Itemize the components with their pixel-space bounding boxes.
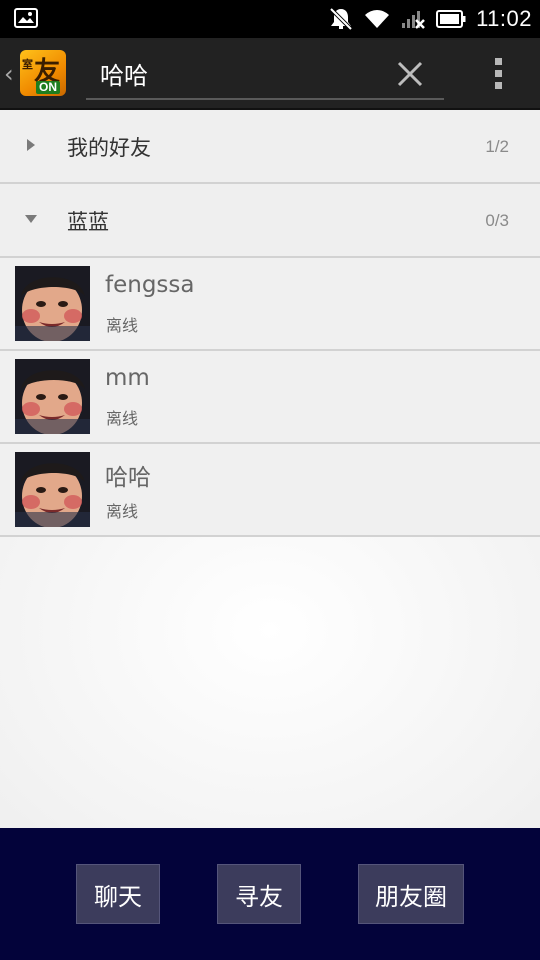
list-item[interactable]: fengssa 离线: [0, 258, 540, 351]
close-icon[interactable]: [392, 56, 428, 92]
wifi-icon: [365, 10, 390, 28]
friend-name: mm: [105, 365, 150, 391]
avatar: [15, 266, 90, 341]
moments-button[interactable]: 朋友圈: [358, 864, 464, 924]
find-friends-button[interactable]: 寻友: [217, 864, 301, 924]
home-up-button[interactable]: ‹ 室 友 ON: [0, 38, 72, 110]
app-logo: 室 友 ON: [20, 50, 66, 96]
friend-status: 离线: [106, 409, 139, 428]
collapsed-arrow-icon: [27, 139, 35, 151]
group-name: 蓝蓝: [67, 210, 109, 234]
clock: 11:02: [476, 6, 532, 31]
expanded-arrow-icon: [25, 215, 37, 223]
friend-status: 离线: [106, 502, 139, 521]
chat-button[interactable]: 聊天: [76, 864, 160, 924]
friend-status: 离线: [106, 316, 139, 335]
search-box: [86, 48, 444, 100]
list-item[interactable]: 哈哈 离线: [0, 444, 540, 537]
friend-name: fengssa: [105, 272, 195, 298]
image-icon: [14, 8, 38, 28]
chevron-left-icon: ‹: [4, 60, 14, 88]
overflow-menu-icon[interactable]: [484, 54, 512, 94]
bottom-tab-bar: 聊天 寻友 朋友圈: [0, 828, 540, 960]
action-bar: ‹ 室 友 ON: [0, 38, 540, 110]
signal-icon: [402, 11, 425, 29]
list-item[interactable]: mm 离线: [0, 351, 540, 444]
status-bar: 11:02: [0, 0, 540, 38]
group-name: 我的好友: [67, 136, 151, 160]
mute-icon: [329, 7, 353, 31]
group-row-lanlan[interactable]: 蓝蓝 0/3: [0, 184, 540, 258]
group-count: 0/3: [485, 211, 509, 230]
group-row-my-friends[interactable]: 我的好友 1/2: [0, 110, 540, 184]
avatar: [15, 359, 90, 434]
friend-list: 我的好友 1/2 蓝蓝 0/3 fengssa 离线 mm 离线 哈哈 离线: [0, 110, 540, 828]
group-count: 1/2: [485, 137, 509, 156]
battery-icon: [436, 10, 466, 28]
avatar: [15, 452, 90, 527]
friend-name: 哈哈: [105, 465, 151, 491]
search-input[interactable]: [86, 54, 376, 92]
